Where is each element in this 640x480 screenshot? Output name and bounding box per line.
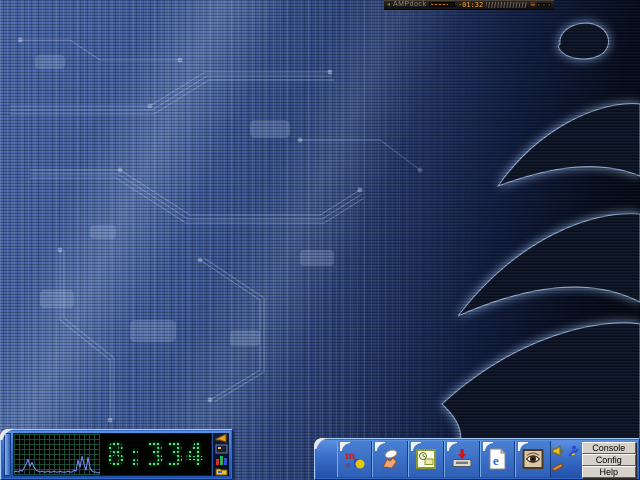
swirl-emblem bbox=[430, 22, 640, 480]
drag-handle[interactable] bbox=[4, 433, 11, 476]
desktop: ◂ AMPdock -01:32 ≡ 8:334 m e e Console C… bbox=[0, 0, 640, 480]
console-button[interactable]: Console bbox=[581, 442, 637, 454]
collapse-arrow-icon[interactable]: ◂ bbox=[387, 0, 390, 10]
dock-spacer bbox=[317, 441, 337, 477]
help-button[interactable]: Help bbox=[581, 466, 637, 478]
page-fold-icon bbox=[339, 442, 350, 451]
seek-bar[interactable] bbox=[429, 2, 455, 7]
page-fold-icon bbox=[375, 442, 386, 451]
monitor-icon-strip bbox=[212, 433, 229, 476]
close-icon[interactable] bbox=[547, 2, 551, 7]
amp-title: AMPdock bbox=[393, 0, 427, 8]
system-monitor-widget: 8:334 bbox=[0, 429, 233, 480]
shade-icon[interactable] bbox=[542, 2, 546, 7]
runner-icon[interactable] bbox=[567, 445, 579, 457]
dock-tray bbox=[551, 441, 581, 477]
launcher-hand-tool[interactable] bbox=[372, 441, 409, 477]
svg-text:e: e bbox=[346, 460, 351, 471]
page-fold-icon bbox=[411, 442, 422, 451]
page-fold-icon bbox=[518, 442, 529, 451]
circuit-board-texture bbox=[10, 37, 423, 423]
megaphone-icon[interactable] bbox=[215, 433, 228, 444]
amp-dock-bar[interactable]: ◂ AMPdock -01:32 ≡ bbox=[384, 0, 554, 10]
eq-sliders-icon[interactable]: ≡ bbox=[530, 0, 535, 9]
monitor-display: 8:334 bbox=[13, 433, 212, 476]
folder-icon[interactable] bbox=[215, 466, 228, 476]
app-dock: m e e Console Config Help bbox=[314, 438, 640, 480]
wallpaper-light-beams bbox=[0, 0, 640, 480]
usage-graph-svg bbox=[14, 455, 100, 474]
led-clock: 8:334 bbox=[100, 434, 211, 475]
visualization bbox=[486, 1, 528, 8]
wallpaper-scanlines bbox=[0, 0, 640, 480]
chart-icon[interactable] bbox=[215, 455, 228, 465]
config-button[interactable]: Config bbox=[581, 454, 637, 466]
window-buttons[interactable] bbox=[537, 2, 551, 7]
page-fold-icon bbox=[482, 442, 493, 451]
launcher-m-media[interactable]: m e bbox=[336, 441, 373, 477]
system-buttons: Console Config Help bbox=[581, 441, 637, 478]
screen-icon[interactable] bbox=[215, 444, 228, 454]
svg-text:e: e bbox=[493, 453, 499, 468]
usage-graph bbox=[14, 434, 100, 475]
launcher-inbox-download[interactable] bbox=[443, 441, 480, 477]
volume-icon[interactable] bbox=[552, 445, 564, 457]
page-fold-icon bbox=[446, 442, 457, 451]
launcher-image-viewer[interactable] bbox=[515, 441, 551, 477]
launcher-internet-document[interactable]: e bbox=[479, 441, 516, 477]
seek-fill bbox=[431, 4, 448, 5]
minimize-icon[interactable] bbox=[537, 2, 541, 7]
wallpaper-streaks bbox=[0, 0, 640, 480]
notes-icon[interactable] bbox=[552, 461, 564, 473]
track-time: -01:32 bbox=[457, 0, 484, 9]
launcher-organizer[interactable] bbox=[408, 441, 444, 477]
